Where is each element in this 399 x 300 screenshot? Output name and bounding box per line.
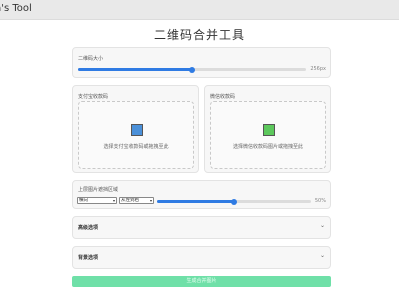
- alipay-drop-hint: 选择支付宝收款码或拖拽至此: [103, 144, 169, 150]
- advanced-options-panel[interactable]: 高级选项 ⌄: [72, 216, 331, 239]
- qr-size-label: 二维码大小: [78, 56, 104, 62]
- qr-size-card: 二维码大小 256px: [72, 47, 331, 78]
- alipay-title: 支付宝收款码: [78, 94, 109, 100]
- overlap-slider-fill: [157, 200, 234, 203]
- background-options-panel[interactable]: 背景选项 ⌄: [72, 246, 331, 269]
- chevron-down-icon: ▾: [112, 198, 115, 203]
- overlap-slider[interactable]: [157, 198, 311, 205]
- chevron-down-icon: ▾: [149, 198, 152, 203]
- overlap-value: 50%: [314, 198, 326, 204]
- background-options-title: 背景选项: [78, 255, 99, 261]
- wechat-qr-icon: [263, 124, 275, 136]
- qr-size-slider-thumb[interactable]: [189, 66, 195, 73]
- wechat-card: 微信收款码 选择微信收款码图片或拖拽至此: [204, 85, 331, 173]
- wechat-drop-hint: 选择微信收款码图片或拖拽至此: [232, 144, 303, 150]
- wechat-title: 微信收款码: [210, 94, 236, 100]
- alipay-drop-zone[interactable]: 选择支付宝收款码或拖拽至此: [78, 101, 194, 169]
- layout-card: 上层图片遮挡区域 横向 ▾ 从左到右 ▾ 50%: [72, 180, 331, 209]
- generate-button[interactable]: 生成合并图片: [72, 276, 331, 287]
- app-title: ra's Tool: [0, 3, 32, 14]
- qr-size-slider-fill: [78, 68, 192, 71]
- qr-size-value: 256px: [310, 66, 326, 72]
- alipay-qr-icon: [131, 124, 143, 136]
- direction-select[interactable]: 横向 ▾: [77, 197, 117, 204]
- overlap-slider-thumb[interactable]: [231, 198, 237, 205]
- order-select-value: 从左到右: [121, 198, 139, 203]
- direction-select-value: 横向: [79, 198, 88, 203]
- page-title: 二维码合并工具: [153, 28, 245, 42]
- chevron-down-icon: ⌄: [319, 222, 325, 229]
- order-select[interactable]: 从左到右 ▾: [119, 197, 154, 204]
- chevron-down-icon: ⌄: [319, 252, 325, 259]
- wechat-drop-zone[interactable]: 选择微信收款码图片或拖拽至此: [210, 101, 326, 169]
- advanced-options-title: 高级选项: [78, 225, 99, 231]
- qr-size-slider[interactable]: [78, 66, 306, 73]
- alipay-card: 支付宝收款码 选择支付宝收款码或拖拽至此: [72, 85, 199, 173]
- overlap-label: 上层图片遮挡区域: [78, 187, 119, 193]
- title-bar: ra's Tool: [0, 0, 399, 20]
